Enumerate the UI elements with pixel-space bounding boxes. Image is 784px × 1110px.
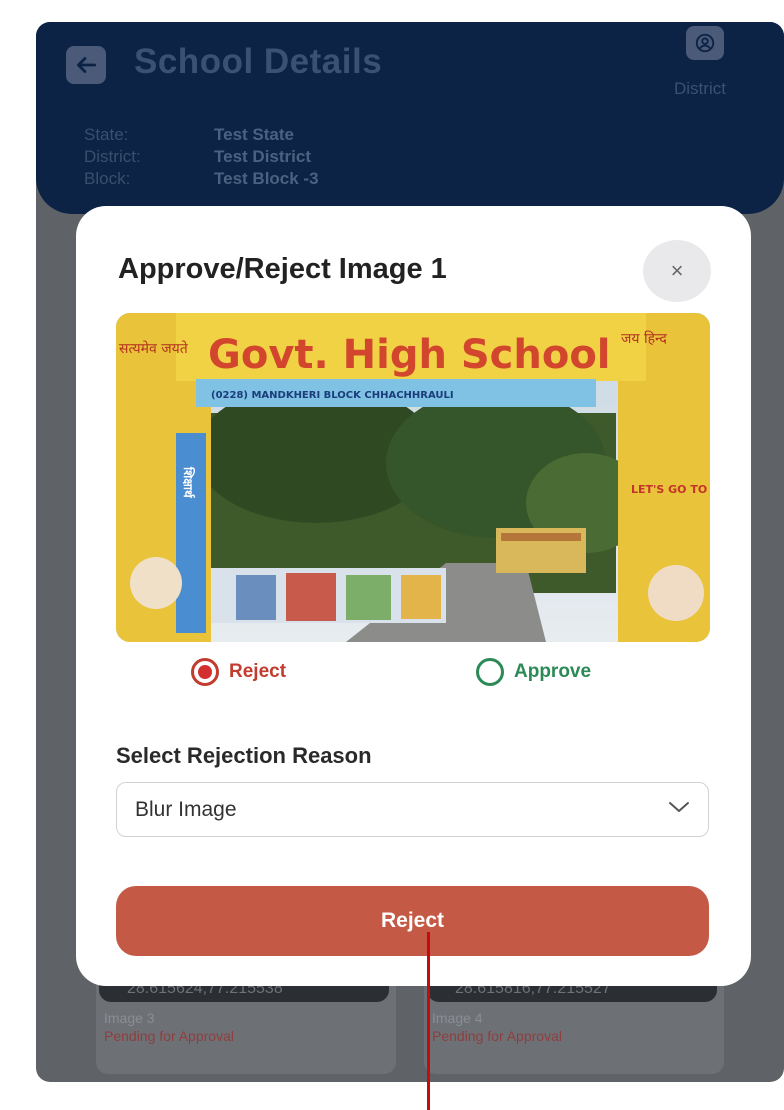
chevron-down-icon [668,800,690,819]
info-row-block: Block: Test Block -3 [84,168,319,190]
rejection-reason-label: Select Rejection Reason [116,743,372,768]
close-icon: × [670,258,684,283]
app-screen: School Details District State: Test Stat… [36,22,784,1082]
info-value: Test Block -3 [214,169,319,188]
info-key: Block: [84,169,131,188]
radio-selected-icon [191,658,219,686]
status-text: Pending for Approval [432,1028,562,1044]
arrow-left-icon [77,57,97,73]
sign-subtext: (0228) MANDKHERI BLOCK CHHACHHRAULI [211,390,454,401]
approve-radio-label: Approve [514,661,592,682]
approve-reject-dialog: Approve/Reject Image 1 × Govt. High Scho… [76,206,751,986]
select-value: Blur Image [135,797,237,821]
image-label: Image 3 [104,1010,155,1026]
status-text: Pending for Approval [104,1028,234,1044]
annotation-pointer-line [427,932,430,1110]
sign-headline: Govt. High School [208,332,611,378]
info-row-district: District: Test District [84,146,319,168]
right-pillar-text: जय हिन्द [621,330,667,347]
pillar-text: शिक्षार्थ [181,466,195,499]
app-header: School Details District State: Test Stat… [36,22,784,214]
dialog-title: Approve/Reject Image 1 [118,253,447,285]
info-value: Test State [214,125,294,144]
school-gate-image: Govt. High School (0228) MANDKHERI BLOCK… [116,313,710,642]
radio-unselected-icon [476,658,504,686]
close-button[interactable]: × [643,240,711,302]
district-label: District [674,79,726,98]
back-button[interactable] [66,46,106,84]
district-user-button[interactable] [686,26,724,60]
image-label: Image 4 [432,1010,483,1026]
reject-radio-label: Reject [229,661,287,682]
side-wall-text: LET'S GO TO SCHOOL [631,483,710,496]
info-key: State: [84,125,129,144]
reject-radio[interactable]: Reject [191,658,286,686]
page-title: School Details [134,42,383,81]
user-icon [695,33,715,53]
left-pillar-text: सत्यमेव जयते [119,340,189,357]
reject-submit-button[interactable]: Reject [116,886,709,956]
school-info: State: Test State District: Test Distric… [84,124,319,190]
info-value: Test District [214,147,311,166]
rejection-reason-select[interactable]: Blur Image [116,782,709,837]
school-photo: Govt. High School (0228) MANDKHERI BLOCK… [116,313,710,642]
decision-radio-group: Reject Approve [76,658,751,698]
info-key: District: [84,147,141,166]
approve-radio[interactable]: Approve [476,658,591,686]
info-row-state: State: Test State [84,124,319,146]
